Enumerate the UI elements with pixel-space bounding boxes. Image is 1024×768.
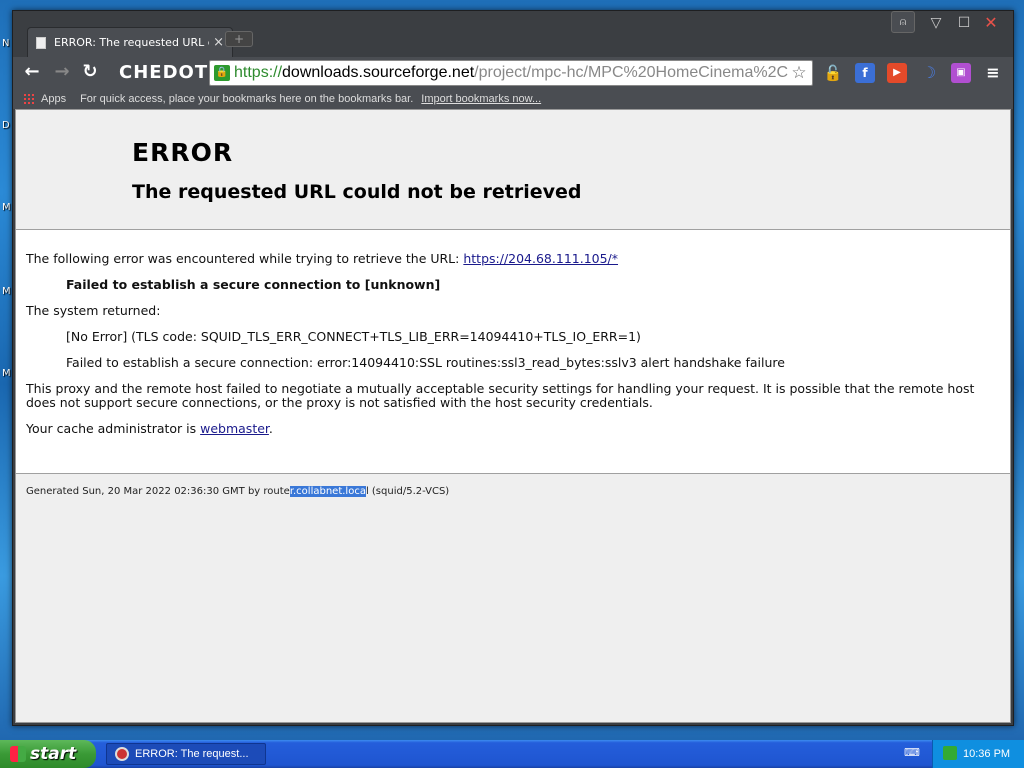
- secure-lock-icon[interactable]: 🔒: [214, 65, 230, 81]
- taskbar: start ERROR: The request... ⌨ 10:36 PM: [0, 740, 1024, 768]
- error-intro: The following error was encountered whil…: [26, 252, 1000, 266]
- generated-footer: Generated Sun, 20 Mar 2022 02:36:30 GMT …: [16, 474, 1010, 509]
- desktop-icon-label: M: [2, 368, 11, 379]
- taskbar-item-browser[interactable]: ERROR: The request...: [106, 743, 266, 765]
- tab-close-icon[interactable]: ×: [213, 35, 224, 50]
- url-host: downloads.sourceforge.net: [282, 64, 475, 81]
- requested-url-link[interactable]: https://204.68.111.105/*: [463, 251, 618, 266]
- network-icon[interactable]: [943, 746, 957, 760]
- failure-message: Failed to establish a secure connection …: [66, 277, 441, 292]
- desktop-icon-label: M: [2, 286, 11, 297]
- error-header: ERROR The requested URL could not be ret…: [16, 110, 1010, 230]
- footer-selected-text[interactable]: r.collabnet.loca: [289, 486, 366, 497]
- browser-window: ERROR: The requested URL c × + ⍝ ▽ ☐ ✕ ←…: [12, 10, 1014, 726]
- ssl-error-message: Failed to establish a secure connection:…: [66, 355, 785, 370]
- back-button[interactable]: ←: [21, 61, 43, 83]
- new-tab-button[interactable]: +: [225, 31, 253, 47]
- url-path: /project/mpc-hc/MPC%20HomeCinema%2C: [474, 64, 789, 81]
- apps-link[interactable]: Apps: [41, 93, 66, 105]
- page-content: ERROR The requested URL could not be ret…: [15, 109, 1011, 723]
- windows-flag-icon: [10, 746, 26, 762]
- browser-brand-logo[interactable]: CHEDOT: [119, 62, 208, 83]
- tls-error-code: [No Error] (TLS code: SQUID_TLS_ERR_CONN…: [66, 329, 641, 344]
- chedot-icon: [115, 747, 129, 761]
- url-text[interactable]: https://downloads.sourceforge.net/projec…: [234, 64, 788, 82]
- unlock-extension-icon[interactable]: 🔓: [823, 63, 843, 83]
- forward-button[interactable]: →: [51, 61, 73, 83]
- admin-line: Your cache administrator is webmaster.: [26, 422, 1000, 436]
- moon-extension-icon[interactable]: ☽: [919, 63, 939, 83]
- admin-suffix: .: [268, 421, 273, 436]
- reload-button[interactable]: ↻: [79, 61, 101, 83]
- facebook-extension-icon[interactable]: f: [855, 63, 875, 83]
- video-extension-icon[interactable]: ▶: [887, 63, 907, 83]
- error-body: The following error was encountered whil…: [16, 230, 1010, 474]
- page-title: ERROR: [132, 138, 234, 167]
- browser-toolbar: ← → ↻ CHEDOT 🔒 https://downloads.sourcef…: [13, 57, 1013, 89]
- start-button[interactable]: start: [0, 740, 96, 768]
- import-bookmarks-link[interactable]: Import bookmarks now...: [421, 93, 541, 105]
- footer-suffix: l (squid/5.2-VCS): [365, 486, 450, 497]
- minimize-button[interactable]: ▽: [925, 13, 947, 35]
- title-bar: ERROR: The requested URL c × + ⍝ ▽ ☐ ✕: [13, 11, 1013, 57]
- address-bar[interactable]: 🔒 https://downloads.sourceforge.net/proj…: [209, 60, 813, 86]
- system-returned-label: The system returned:: [26, 303, 161, 318]
- bookmarks-bar: Apps For quick access, place your bookma…: [13, 89, 1013, 109]
- close-window-button[interactable]: ✕: [979, 13, 1003, 35]
- error-explanation: This proxy and the remote host failed to…: [26, 381, 975, 410]
- footer-prefix: Generated Sun, 20 Mar 2022 02:36:30 GMT …: [26, 486, 290, 497]
- tab-title: ERROR: The requested URL c: [54, 36, 210, 49]
- page-icon: [36, 36, 46, 49]
- keyboard-icon[interactable]: ⌨: [904, 746, 920, 760]
- start-label: start: [30, 744, 77, 764]
- error-intro-text: The following error was encountered whil…: [26, 251, 464, 266]
- desktop-icon-label: N: [2, 38, 10, 49]
- webmaster-link[interactable]: webmaster: [200, 421, 269, 436]
- desktop-icon-label: D: [2, 120, 10, 131]
- admin-prefix: Your cache administrator is: [26, 421, 201, 436]
- menu-icon[interactable]: ≡: [983, 63, 1003, 83]
- tab-error[interactable]: ERROR: The requested URL c ×: [27, 27, 233, 57]
- url-scheme: https://: [234, 64, 283, 81]
- bookmarks-hint: For quick access, place your bookmarks h…: [80, 93, 414, 105]
- bookmark-star-icon[interactable]: ☆: [788, 62, 810, 84]
- apps-grid-icon[interactable]: [23, 93, 35, 105]
- maximize-button[interactable]: ☐: [953, 13, 975, 35]
- system-tray: 10:36 PM: [932, 740, 1024, 768]
- clock[interactable]: 10:36 PM: [963, 748, 1010, 760]
- desktop-icon-label: M: [2, 202, 11, 213]
- profile-button[interactable]: ⍝: [891, 11, 915, 33]
- page-subtitle: The requested URL could not be retrieved: [132, 181, 582, 203]
- taskbar-item-label: ERROR: The request...: [135, 748, 249, 760]
- tv-extension-icon[interactable]: ▣: [951, 63, 971, 83]
